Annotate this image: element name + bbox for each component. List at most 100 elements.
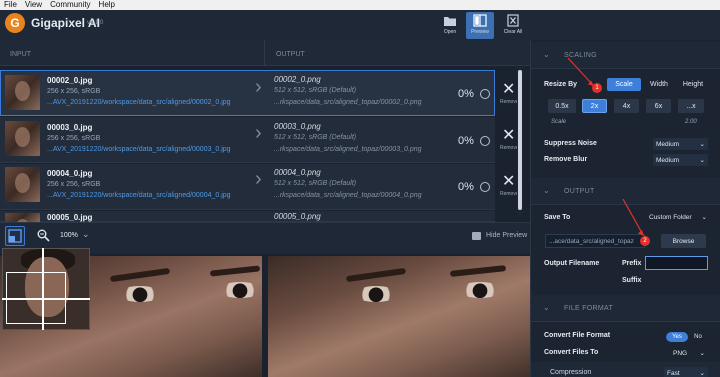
suppress-noise-select[interactable]: Medium ⌄ [653, 138, 708, 150]
remove-blur-select[interactable]: Medium ⌄ [653, 154, 708, 166]
input-path[interactable]: ...AVX_20191220/workspace/data_src/align… [47, 99, 231, 106]
remove-icon[interactable]: ✕ [502, 174, 515, 190]
remove-blur-label: Remove Blur [544, 156, 588, 163]
prefix-input[interactable] [645, 256, 708, 270]
convert-format-toggle[interactable]: Yes No [666, 332, 708, 342]
toggle-yes[interactable]: Yes [666, 332, 688, 342]
input-meta: 256 x 256, sRGB [47, 181, 101, 188]
select-radio[interactable] [480, 89, 490, 99]
output-meta: 512 x 512, sRGB (Default) [274, 134, 357, 141]
input-filename: 00005_0.jpg [47, 213, 93, 222]
chevron-right-icon: › [255, 122, 262, 144]
remove-label[interactable]: Remove [500, 145, 519, 151]
chevron-down-icon[interactable]: ⌄ [543, 303, 550, 312]
hide-preview-button[interactable]: Hide Preview [486, 232, 527, 239]
menu-file[interactable]: File [0, 0, 21, 10]
preview-label: Preview [471, 29, 489, 35]
scale-label: Scale [551, 119, 567, 125]
input-column-label: INPUT [10, 51, 31, 58]
save-to-select[interactable]: Custom Folder ⌄ [646, 211, 710, 223]
brow-shape [209, 265, 261, 277]
remove-icon[interactable]: ✕ [502, 82, 515, 98]
scale-custom-button[interactable]: ...x [678, 99, 704, 113]
split-view-icon [473, 14, 487, 27]
file-format-title: FILE FORMAT [564, 305, 614, 312]
suffix-input[interactable] [645, 273, 708, 287]
chevron-down-icon[interactable]: ⌄ [543, 50, 550, 59]
output-path: ...rkspace/data_src/aligned_topaz/00003_… [274, 146, 422, 153]
output-filename: 00003_0.png [274, 122, 321, 131]
crosshair-vertical [42, 248, 44, 330]
column-divider [264, 40, 265, 66]
compression-label: Compression [550, 369, 592, 376]
output-folder-path[interactable]: ...ace/data_src/aligned_topaz [545, 234, 645, 248]
scale-mode-button[interactable]: Scale [607, 78, 641, 91]
output-filename: 00004_0.png [274, 168, 321, 177]
output-filename: 00005_0.png [274, 212, 321, 221]
preview-button[interactable]: Preview [466, 12, 494, 39]
progress-percent: 0% [458, 135, 474, 147]
convert-to-label: Convert Files To [544, 349, 599, 356]
menu-help[interactable]: Help [95, 0, 119, 10]
scale-2x-button[interactable]: 2x [582, 99, 607, 113]
file-format-section-header[interactable] [531, 295, 720, 322]
select-radio[interactable] [480, 136, 490, 146]
compression-select[interactable]: Fast ⌄ [664, 367, 708, 377]
scaling-title: SCALING [564, 52, 597, 59]
clear-icon [507, 14, 519, 27]
scaling-section-header[interactable] [531, 42, 720, 69]
output-title: OUTPUT [564, 188, 595, 195]
compression-value: Fast [667, 369, 680, 377]
folder-icon [444, 17, 456, 26]
save-to-label: Save To [544, 214, 571, 221]
suppress-noise-label: Suppress Noise [544, 140, 597, 147]
chevron-down-icon: ⌄ [699, 157, 705, 164]
select-radio[interactable] [480, 182, 490, 192]
scale-4x-button[interactable]: 4x [614, 99, 639, 113]
clear-all-button[interactable]: Clear All [499, 12, 527, 39]
open-button[interactable]: Open [436, 12, 464, 39]
convert-to-select[interactable]: PNG ⌄ [670, 347, 708, 359]
zoom-select[interactable]: 100% [60, 232, 78, 239]
output-filename-label: Output Filename [544, 260, 600, 267]
chevron-right-icon: › [255, 168, 262, 190]
remove-label[interactable]: Remove [500, 99, 519, 105]
height-mode-button[interactable]: Height [677, 78, 709, 91]
output-path: ...rkspace/data_src/aligned_topaz/00002_… [274, 99, 422, 106]
menu-community[interactable]: Community [46, 0, 94, 10]
annotation-badge-1: 1 [592, 83, 602, 93]
eye-shape [218, 282, 262, 298]
scale-0-5x-button[interactable]: 0.5x [548, 99, 576, 113]
browse-button[interactable]: Browse [661, 234, 706, 248]
brow-shape [109, 267, 171, 283]
input-filename: 00004_0.jpg [47, 169, 93, 178]
input-path[interactable]: ...AVX_20191220/workspace/data_src/align… [47, 192, 231, 199]
chevron-down-icon[interactable]: ⌄ [543, 186, 550, 195]
zoom-icon[interactable] [37, 229, 50, 245]
resize-by-label: Resize By [544, 81, 578, 88]
crosshair-horizontal [2, 298, 90, 300]
output-path: ...rkspace/data_src/aligned_topaz/00004_… [274, 192, 422, 199]
output-section-header[interactable] [531, 178, 720, 205]
width-mode-button[interactable]: Width [643, 78, 675, 91]
output-meta: 512 x 512, sRGB (Default) [274, 180, 357, 187]
file-thumbnail [5, 213, 40, 222]
menu-bar: File View Community Help [0, 0, 720, 10]
scale-value[interactable]: 2.00 [685, 119, 697, 125]
menu-view[interactable]: View [21, 0, 46, 10]
remove-icon[interactable]: ✕ [502, 128, 515, 144]
convert-format-label: Convert File Format [544, 332, 611, 339]
app-logo: G [5, 13, 25, 33]
preview-enhanced-image[interactable] [268, 256, 530, 377]
progress-percent: 0% [458, 181, 474, 193]
brow-shape [449, 265, 507, 277]
chevron-down-icon: ⌄ [699, 370, 705, 377]
chevron-down-icon[interactable]: ⌄ [82, 229, 90, 240]
input-path[interactable]: ...AVX_20191220/workspace/data_src/align… [47, 146, 231, 153]
toggle-no[interactable]: No [688, 332, 708, 342]
remove-label[interactable]: Remove [500, 191, 519, 197]
list-scrollbar-thumb[interactable] [518, 70, 522, 210]
scale-6x-button[interactable]: 6x [646, 99, 671, 113]
compare-view-icon[interactable] [5, 226, 25, 246]
hide-preview-icon[interactable] [472, 232, 481, 240]
